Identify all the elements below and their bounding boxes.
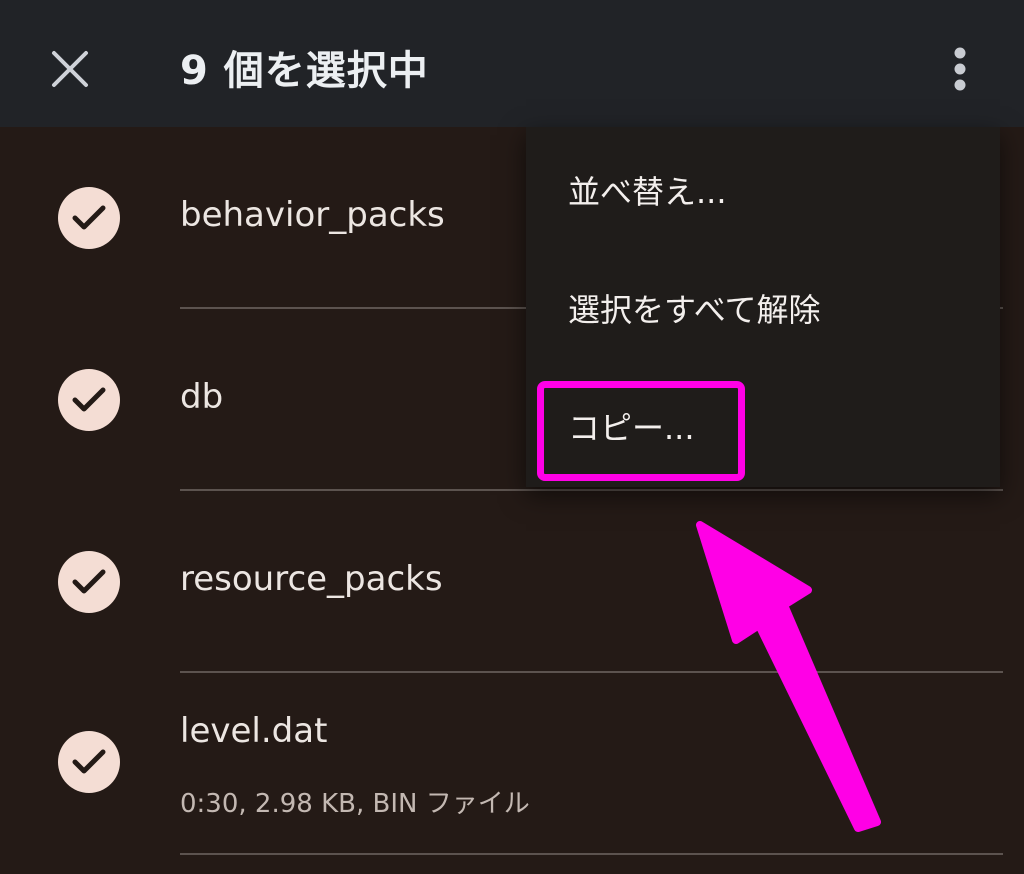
close-icon <box>52 51 88 87</box>
close-button[interactable] <box>44 36 96 102</box>
top-app-bar: 9 個を選択中 <box>0 0 1024 127</box>
menu-item-label: 選択をすべて解除 <box>568 291 821 329</box>
checked-circle-icon[interactable] <box>58 731 120 793</box>
list-item[interactable]: level.dat 0:30, 2.98 KB, BIN ファイル <box>0 673 1024 874</box>
checked-circle-icon[interactable] <box>58 369 120 431</box>
divider <box>180 853 1003 855</box>
file-name: db <box>180 377 224 417</box>
list-item[interactable]: resource_packs <box>0 491 1024 673</box>
file-metadata: 0:30, 2.98 KB, BIN ファイル <box>180 789 530 819</box>
selection-count-title: 9 個を選択中 <box>180 48 429 94</box>
checked-circle-icon[interactable] <box>58 187 120 249</box>
menu-item-sort[interactable]: 並べ替え... <box>526 127 1000 245</box>
menu-item-label: 並べ替え... <box>568 173 727 211</box>
more-options-button[interactable] <box>940 36 980 102</box>
menu-item-copy[interactable]: コピー... <box>526 363 1000 481</box>
checked-circle-icon[interactable] <box>58 551 120 613</box>
overflow-menu: 並べ替え... 選択をすべて解除 コピー... <box>526 127 1000 487</box>
file-name: behavior_packs <box>180 195 445 235</box>
file-name: level.dat <box>180 711 328 751</box>
menu-item-label: コピー... <box>568 409 695 447</box>
file-name: resource_packs <box>180 559 443 599</box>
menu-item-deselect-all[interactable]: 選択をすべて解除 <box>526 245 1000 363</box>
more-vert-icon <box>954 47 966 91</box>
